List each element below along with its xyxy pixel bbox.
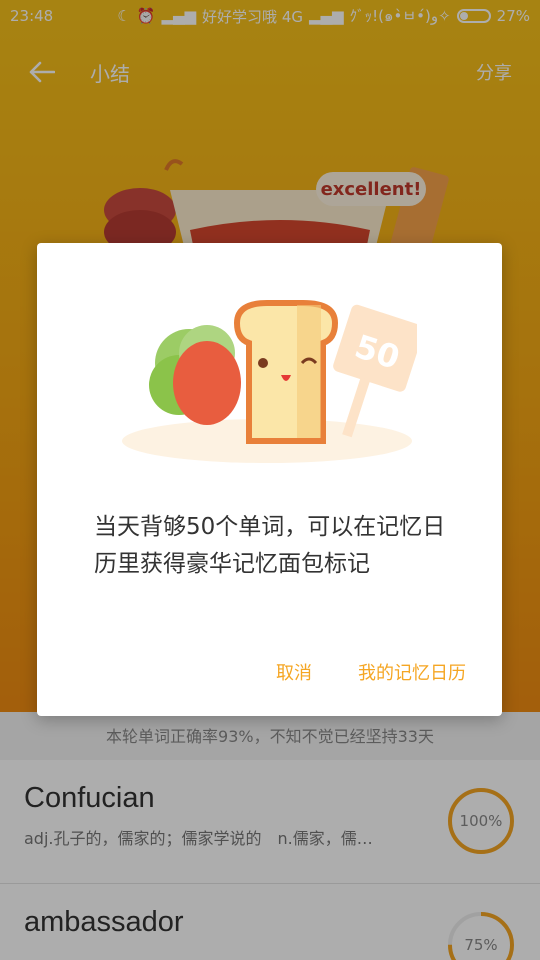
- calendar-dialog: 50 当天背够50个单词，可以在记忆日历里获得豪华记忆面包标记 取消 我的记忆日…: [37, 243, 502, 716]
- dialog-actions: 取消 我的记忆日历: [276, 659, 466, 685]
- cancel-button[interactable]: 取消: [276, 659, 312, 685]
- my-calendar-button[interactable]: 我的记忆日历: [358, 659, 466, 685]
- dialog-message: 当天背够50个单词，可以在记忆日历里获得豪华记忆面包标记: [94, 514, 446, 577]
- toast-illustration: 50: [122, 300, 417, 463]
